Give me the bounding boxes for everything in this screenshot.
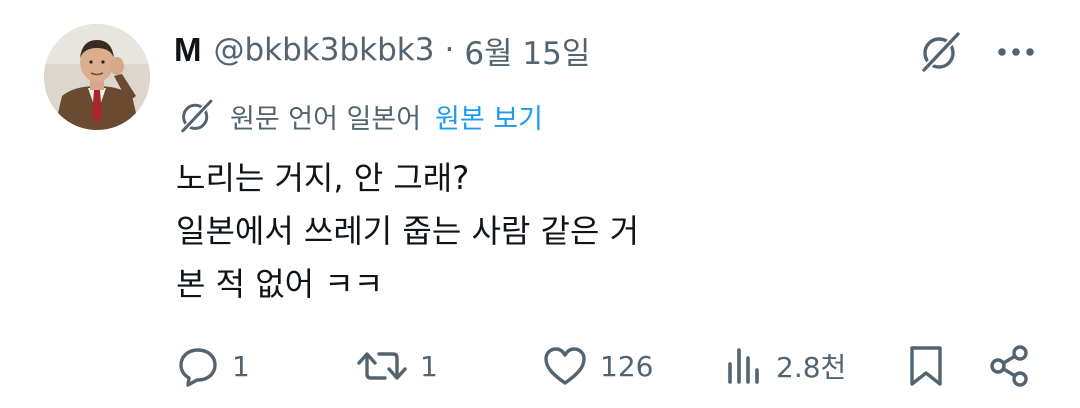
- show-original-link[interactable]: 원본 보기: [435, 97, 543, 136]
- separator-dot: ·: [444, 32, 455, 68]
- display-name[interactable]: M: [174, 31, 202, 69]
- translation-row: 원문 언어 일본어 원본 보기: [176, 96, 543, 136]
- bookmark-button[interactable]: [906, 340, 946, 392]
- reply-button[interactable]: 1: [176, 340, 250, 392]
- tweet-text-line: 본 적 없어 ㅋㅋ: [176, 265, 384, 303]
- retweet-count: 1: [420, 349, 438, 383]
- tweet-text-line: 일본에서 쓰레기 줍는 사람 같은 거: [176, 212, 640, 250]
- share-icon: [986, 343, 1032, 389]
- grok-icon: [176, 96, 216, 136]
- grok-icon: [922, 32, 960, 72]
- retweet-button[interactable]: 1: [356, 340, 438, 392]
- views-button[interactable]: 2.8천: [724, 340, 846, 392]
- tweet-text-line: 노리는 거지, 안 그래?: [176, 159, 470, 197]
- more-icon: [998, 48, 1034, 56]
- action-bar: 1 1 126 2.8천: [176, 340, 1036, 392]
- like-button[interactable]: 126: [542, 340, 653, 392]
- tweet-date[interactable]: 6월 15일: [464, 28, 590, 73]
- reply-icon: [176, 344, 220, 388]
- views-count: 2.8천: [776, 351, 847, 384]
- share-button[interactable]: [986, 340, 1032, 392]
- tweet-text: 노리는 거지, 안 그래? 일본에서 쓰레기 줍는 사람 같은 거 본 적 없어…: [176, 152, 639, 311]
- more-button[interactable]: [996, 32, 1036, 72]
- avatar[interactable]: [44, 24, 150, 130]
- tweet-header: M @bkbk3bkbk3 · 6월 15일: [174, 28, 590, 72]
- bookmark-icon: [906, 343, 946, 389]
- user-handle[interactable]: @bkbk3bkbk3: [214, 32, 435, 68]
- views-icon: [724, 344, 764, 388]
- grok-button[interactable]: [914, 26, 966, 78]
- retweet-icon: [356, 344, 408, 388]
- like-count: 126: [600, 349, 654, 383]
- reply-count: 1: [232, 349, 250, 383]
- heart-icon: [542, 344, 588, 388]
- avatar-image: [44, 24, 150, 130]
- translation-note: 원문 언어 일본어: [230, 103, 422, 135]
- header-actions: [914, 26, 1036, 78]
